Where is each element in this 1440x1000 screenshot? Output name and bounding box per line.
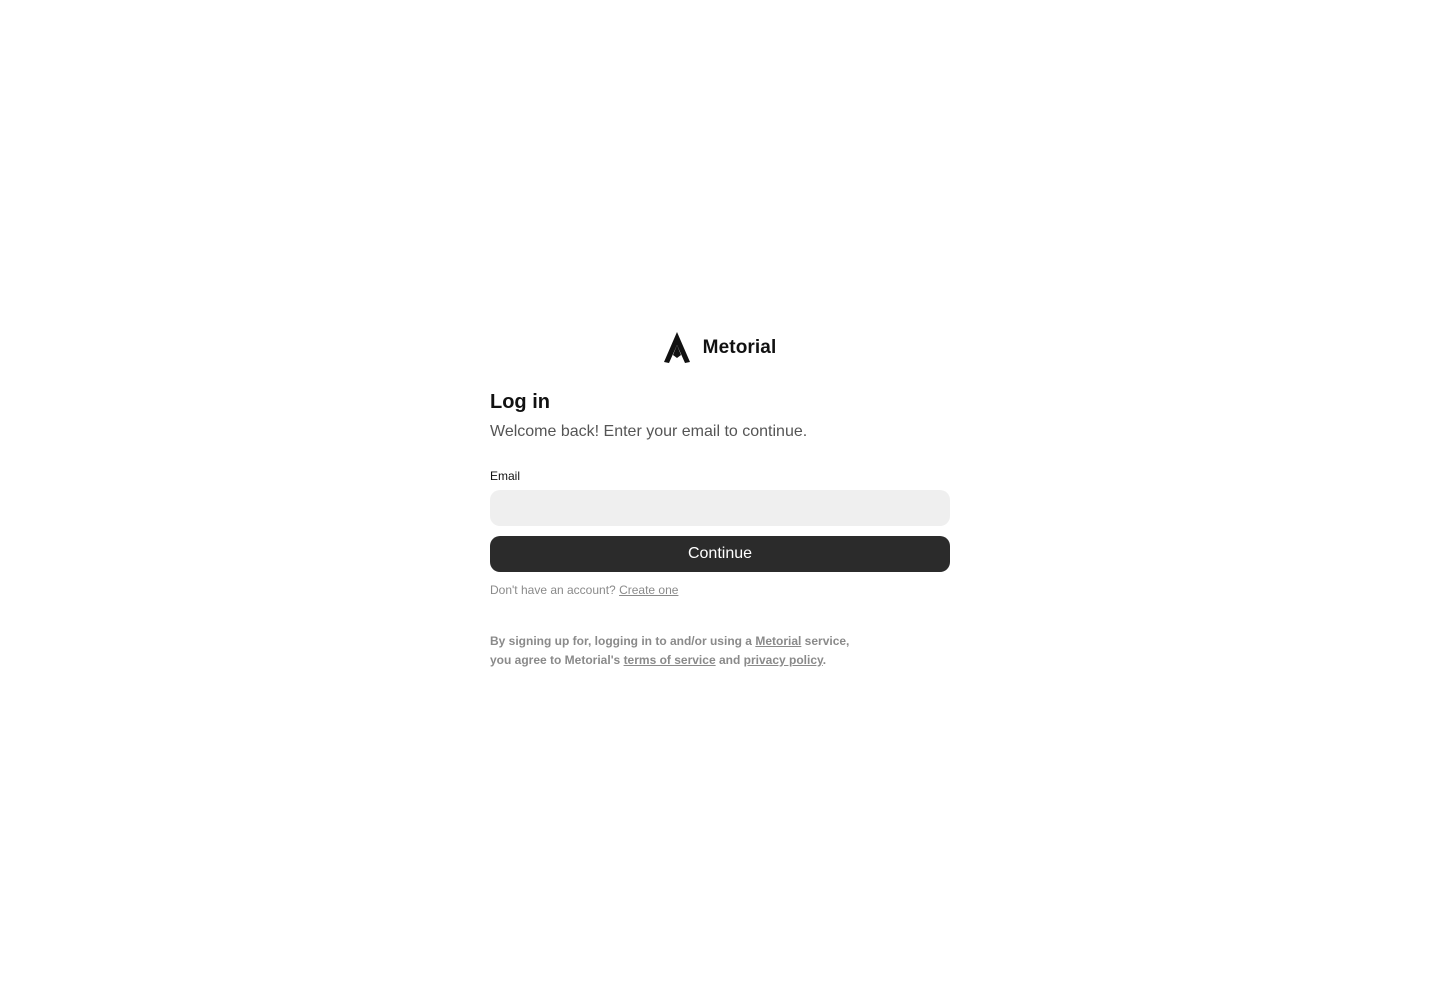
continue-button[interactable]: Continue — [490, 536, 950, 572]
legal-text-4: . — [822, 653, 827, 667]
legal-notice: By signing up for, logging in to and/or … — [490, 632, 860, 670]
signup-row: Don't have an account? Create one — [490, 582, 950, 598]
page-title: Log in — [490, 391, 550, 413]
page-subtitle: Welcome back! Enter your email to contin… — [490, 423, 808, 440]
login-page: Metorial Log in Welcome back! Enter your… — [0, 0, 1440, 1000]
email-field[interactable] — [490, 490, 950, 526]
email-label: Email — [490, 469, 521, 483]
legal-text-3: and — [715, 653, 744, 667]
legal-text-1: By signing up for, logging in to and/or … — [490, 634, 756, 648]
metorial-logo-icon — [663, 332, 690, 364]
metorial-service-link[interactable]: Metorial — [755, 634, 801, 648]
create-account-link[interactable]: Create one — [619, 583, 678, 597]
brand-name: Metorial — [702, 337, 777, 358]
brand-header: Metorial — [490, 330, 950, 366]
login-card: Metorial Log in Welcome back! Enter your… — [490, 330, 950, 670]
terms-of-service-link[interactable]: terms of service — [624, 653, 716, 667]
privacy-policy-link[interactable]: privacy policy — [744, 653, 823, 667]
signup-prompt: Don't have an account? — [490, 583, 616, 597]
